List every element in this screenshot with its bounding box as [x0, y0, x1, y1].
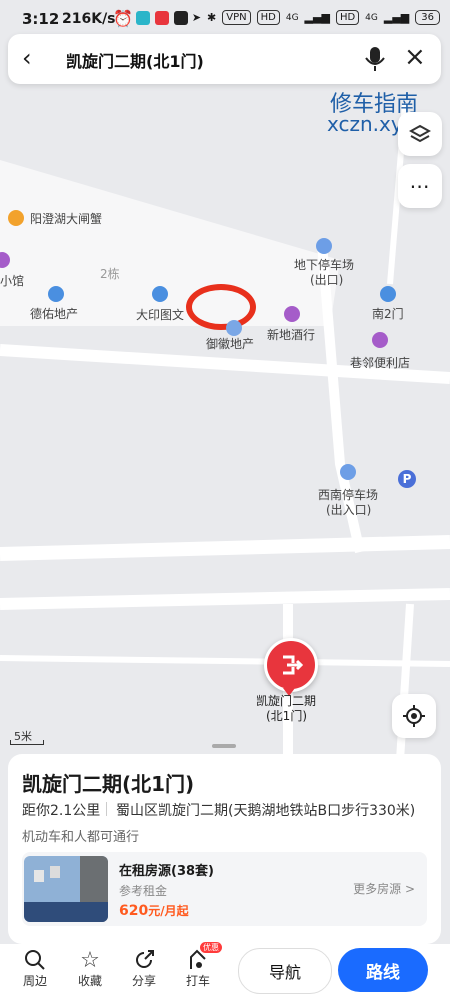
- taxi-promo-badge: 优惠: [200, 942, 222, 953]
- rental-listing[interactable]: 在租房源(38套) 参考租金 620元/月起 更多房源 >: [22, 852, 427, 926]
- realestate-poi-icon[interactable]: [226, 320, 242, 336]
- poi-label-xindi[interactable]: 新地酒行: [267, 326, 315, 343]
- network-type: 4G: [365, 12, 378, 23]
- store-poi-icon[interactable]: [372, 332, 388, 348]
- rental-price: 620元/月起: [119, 902, 189, 919]
- route-button[interactable]: 路线: [338, 948, 428, 992]
- parking-entrance-poi-icon[interactable]: [340, 464, 356, 480]
- place-address: 蜀山区凯旋门二期(天鹅湖地铁站B口步行330米): [116, 803, 416, 819]
- poi-label-south-gate2[interactable]: 南2门: [372, 305, 404, 322]
- close-icon[interactable]: ×: [404, 42, 426, 72]
- divider: [106, 802, 107, 816]
- place-title: 凯旋门二期(北1门): [22, 772, 195, 796]
- more-rentals-link[interactable]: 更多房源 >: [353, 880, 415, 897]
- restaurant-poi-icon[interactable]: [8, 210, 24, 226]
- poi-label-deyou[interactable]: 德佑地产: [30, 305, 78, 322]
- taxi-button[interactable]: 打车: [178, 948, 218, 989]
- poi-label-yuhui[interactable]: 御徽地产: [206, 335, 254, 352]
- signal-icon: ▂▄▆: [304, 11, 330, 24]
- status-time: 3:12: [22, 10, 60, 28]
- hd-badge: HD: [335, 10, 360, 25]
- realestate-poi-icon[interactable]: [48, 286, 64, 302]
- search-icon: [25, 950, 45, 970]
- ellipsis-icon: ⋯: [409, 174, 431, 198]
- battery-icon: 36: [415, 10, 440, 25]
- alarm-icon: ⏰: [113, 9, 133, 28]
- poi-label-xianglin[interactable]: 巷邻便利店: [350, 354, 410, 371]
- share-button[interactable]: 分享: [124, 948, 164, 989]
- map-scale-bar: [10, 740, 44, 745]
- status-right: ➤ ✱ VPN HD 4G ▂▄▆ HD 4G ▂▄▆ 36: [192, 10, 440, 25]
- status-speed: 216K/s: [62, 11, 116, 27]
- location-icon: ➤: [191, 11, 202, 24]
- map-view[interactable]: 修车指南 xczn.xyz 阳澄湖大闸蟹 小馆 2栋 德佑地产 大印图文 御徽地…: [0, 84, 450, 760]
- poi-label-parking-north-2[interactable]: (出口): [310, 271, 343, 288]
- locate-me-button[interactable]: [392, 694, 436, 738]
- shop-poi-icon[interactable]: [284, 306, 300, 322]
- hd-badge: HD: [256, 10, 280, 25]
- search-query[interactable]: 凯旋门二期(北1门): [66, 48, 204, 72]
- app-notification-icon: [136, 11, 150, 25]
- entrance-icon: [283, 655, 304, 675]
- layers-icon: [409, 124, 431, 143]
- favorite-label: 收藏: [77, 974, 102, 988]
- building-label: 2栋: [100, 267, 120, 281]
- rental-subtitle: 参考租金: [119, 884, 168, 898]
- search-bar[interactable]: ‹ 凯旋门二期(北1门) ×: [8, 34, 441, 84]
- vpn-badge: VPN: [222, 10, 251, 25]
- rental-thumbnail: [24, 856, 108, 922]
- poi-label-parking-sw-2[interactable]: (出入口): [326, 501, 371, 518]
- network-type: 4G: [285, 12, 299, 23]
- status-bar: 3:12 216K/s ⏰ ➤ ✱ VPN HD 4G ▂▄▆ HD 4G ▂▄…: [0, 0, 450, 38]
- bottom-action-bar: 周边 ☆ 收藏 分享 打车 优惠 导航 路线: [0, 942, 450, 1000]
- gate-poi-icon[interactable]: [380, 286, 396, 302]
- rental-price-value: 620: [119, 903, 149, 919]
- nearby-button[interactable]: 周边: [15, 948, 55, 989]
- app-notification-icon: [155, 11, 169, 25]
- share-icon: [136, 950, 154, 968]
- layers-button[interactable]: [398, 112, 442, 156]
- destination-pin-icon[interactable]: [264, 638, 318, 692]
- microphone-icon[interactable]: [364, 46, 386, 72]
- parking-icon[interactable]: P: [398, 470, 416, 488]
- more-options-button[interactable]: ⋯: [398, 164, 442, 208]
- signal-icon: ▂▄▆: [383, 11, 410, 24]
- annotation-circle: [186, 284, 256, 330]
- navigate-button[interactable]: 导航: [238, 948, 332, 994]
- map-canvas: [0, 84, 450, 760]
- share-label: 分享: [131, 974, 156, 988]
- back-icon[interactable]: ‹: [22, 44, 32, 72]
- favorite-button[interactable]: ☆ 收藏: [70, 948, 110, 989]
- camera-poi-icon[interactable]: [152, 286, 168, 302]
- drag-handle[interactable]: [212, 744, 236, 748]
- locate-icon: [403, 705, 425, 727]
- parking-entrance-poi-icon[interactable]: [316, 238, 332, 254]
- place-access: 机动车和人都可通行: [22, 830, 140, 845]
- place-distance: 距你2.1公里: [22, 803, 101, 819]
- poi-label-crab[interactable]: 阳澄湖大闸蟹: [30, 210, 102, 227]
- nearby-label: 周边: [22, 974, 47, 988]
- pin-label-2[interactable]: (北1门): [266, 707, 307, 724]
- bluetooth-icon: ✱: [207, 11, 217, 24]
- taxi-label: 打车: [185, 974, 210, 988]
- place-detail-card[interactable]: 凯旋门二期(北1门) 距你2.1公里 蜀山区凯旋门二期(天鹅湖地铁站B口步行33…: [8, 754, 441, 944]
- rental-title: 在租房源(38套): [119, 864, 214, 879]
- app-notification-icon: [174, 11, 188, 25]
- poi-label-small-shop[interactable]: 小馆: [0, 272, 24, 289]
- star-icon: ☆: [80, 947, 100, 973]
- rental-price-unit: 元/月起: [148, 904, 189, 918]
- poi-label-dayin[interactable]: 大印图文: [136, 306, 184, 323]
